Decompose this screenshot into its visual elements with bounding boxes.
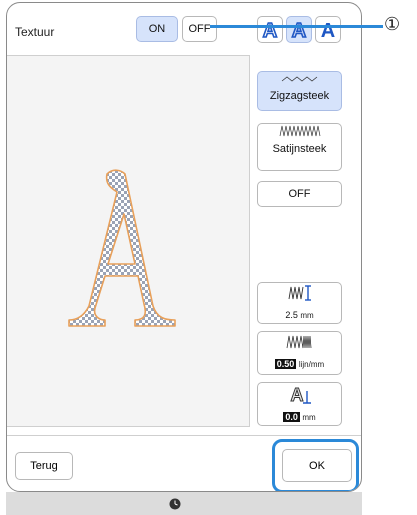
back-button[interactable]: Terug: [15, 452, 73, 480]
texture-label: Textuur: [15, 25, 55, 39]
stitch-off-label: OFF: [288, 188, 311, 200]
texture-off-button[interactable]: OFF: [182, 16, 217, 42]
stitch-width-value: 2.5: [285, 310, 298, 320]
satin-stitch-label: Satijnsteek: [272, 143, 327, 155]
stitch-off-button[interactable]: OFF: [257, 181, 342, 207]
stitch-width-button[interactable]: 2.5 mm: [257, 282, 342, 324]
texture-settings-panel: Textuur ON OFF A A A Zigzagsteek Satijns…: [6, 2, 362, 492]
texture-offset-icon: A: [290, 385, 311, 406]
font-style-outline-button[interactable]: A: [257, 16, 283, 43]
stitch-density-button[interactable]: 0.50 lijn/mm: [257, 331, 342, 375]
status-bar: [6, 492, 362, 515]
stitch-density-value-row: 0.50 lijn/mm: [258, 359, 341, 369]
letter-a-outline-icon: A: [262, 19, 278, 41]
footer-divider: [7, 435, 361, 436]
texture-offset-value-row: 0.0 mm: [258, 412, 341, 422]
zigzag-stitch-label: Zigzagsteek: [269, 90, 330, 102]
svg-text:A: A: [290, 385, 303, 405]
svg-text:A: A: [321, 20, 335, 41]
ok-button[interactable]: OK: [282, 449, 352, 482]
satin-stitch-icon: [279, 125, 320, 137]
stitch-width-value-row: 2.5 mm: [258, 310, 341, 320]
stitch-density-icon: [286, 335, 311, 349]
font-style-solid-button[interactable]: A: [315, 16, 341, 43]
letter-a-double-outline-icon: A: [291, 19, 307, 41]
texture-on-button[interactable]: ON: [136, 16, 178, 42]
clock-icon: [169, 498, 181, 510]
svg-text:A: A: [292, 20, 306, 41]
stitch-density-value: 0.50: [274, 359, 297, 369]
stitch-width-icon: [288, 285, 311, 301]
satin-stitch-button[interactable]: Satijnsteek: [257, 123, 342, 171]
font-style-double-outline-button[interactable]: A: [286, 16, 312, 43]
callout-leader-line: [210, 25, 383, 28]
zigzag-stitch-button[interactable]: Zigzagsteek: [257, 71, 342, 111]
letter-a-solid-icon: A: [321, 20, 335, 41]
letter-a-preview: [68, 169, 176, 327]
texture-offset-value: 0.0: [283, 412, 300, 422]
embroidery-preview-area: [7, 55, 250, 427]
texture-offset-unit: mm: [302, 413, 316, 422]
svg-text:A: A: [263, 20, 277, 41]
callout-number: ①: [384, 14, 401, 34]
zigzag-stitch-icon: [281, 76, 317, 82]
stitch-density-unit: lijn/mm: [298, 360, 325, 369]
stitch-width-unit: mm: [300, 311, 314, 320]
texture-offset-button[interactable]: A 0.0 mm: [257, 382, 342, 426]
